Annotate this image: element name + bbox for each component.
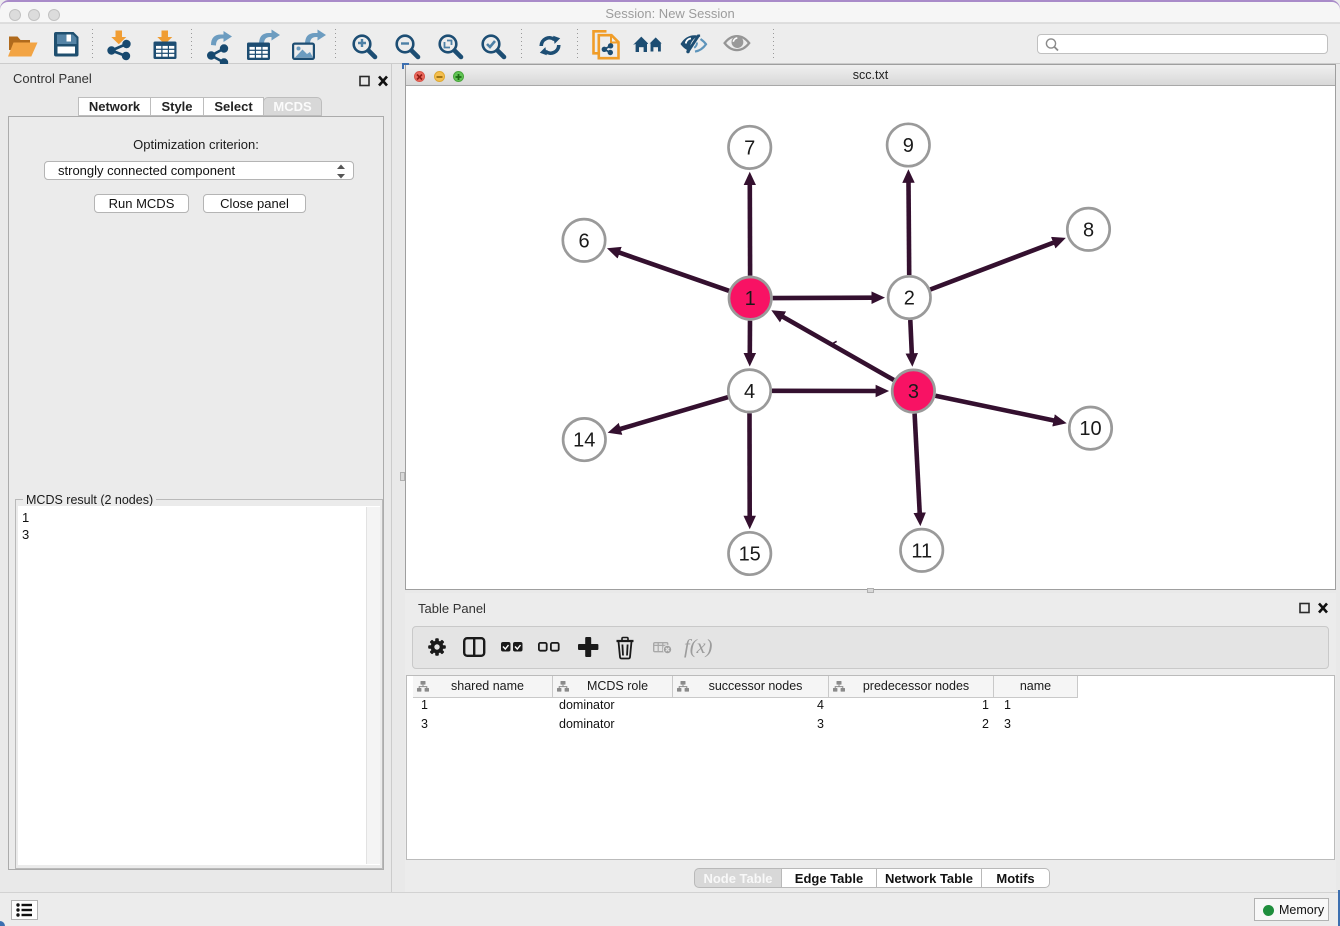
svg-text:14: 14: [573, 430, 595, 452]
svg-text:7: 7: [744, 137, 755, 159]
svg-text:9: 9: [903, 135, 914, 157]
svg-text:6: 6: [578, 230, 589, 252]
svg-text:2: 2: [904, 288, 915, 310]
svg-text:4: 4: [744, 381, 755, 403]
svg-text:8: 8: [1083, 219, 1094, 241]
svg-text:3: 3: [908, 381, 919, 403]
svg-text:15: 15: [739, 544, 761, 566]
svg-text:11: 11: [911, 540, 932, 562]
svg-text:1: 1: [745, 288, 756, 310]
svg-text:10: 10: [1079, 418, 1101, 440]
svg-text:f(x): f(x): [684, 636, 713, 658]
